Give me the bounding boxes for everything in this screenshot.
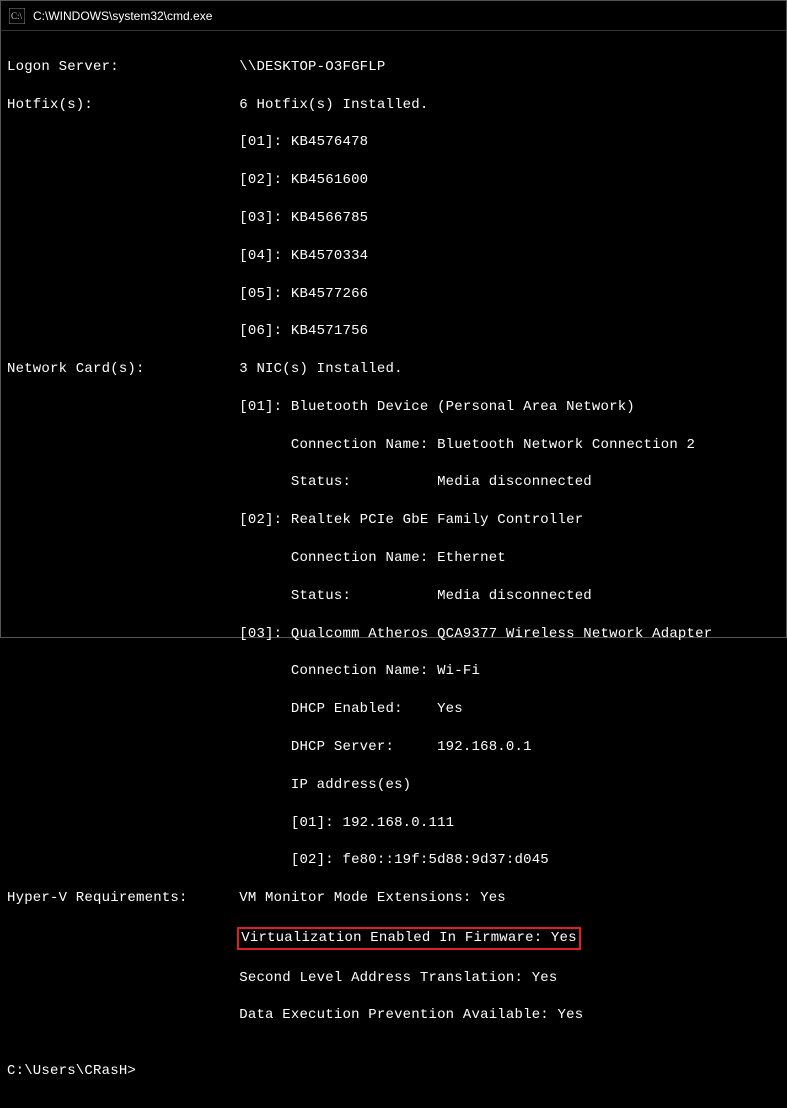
hyperv-line: Second Level Address Translation: Yes bbox=[7, 969, 780, 988]
nic-line: Status: Media disconnected bbox=[7, 473, 780, 492]
hotfix-item: [01]: KB4576478 bbox=[7, 133, 780, 152]
terminal-output[interactable]: Logon Server: \\DESKTOP-O3FGFLP Hotfix(s… bbox=[1, 31, 786, 1108]
nic-line: DHCP Enabled: Yes bbox=[7, 700, 780, 719]
nic-line: [01]: Bluetooth Device (Personal Area Ne… bbox=[7, 398, 780, 417]
window-title: C:\WINDOWS\system32\cmd.exe bbox=[33, 9, 212, 23]
nic-line: [02]: Realtek PCIe GbE Family Controller bbox=[7, 511, 780, 530]
nic-line: IP address(es) bbox=[7, 776, 780, 795]
hyperv-line: Data Execution Prevention Available: Yes bbox=[7, 1006, 780, 1025]
cmd-icon: C:\ bbox=[9, 8, 25, 24]
hotfix-item: [05]: KB4577266 bbox=[7, 285, 780, 304]
nic-line: DHCP Server: 192.168.0.1 bbox=[7, 738, 780, 757]
svg-text:C:\: C:\ bbox=[11, 11, 23, 21]
hotfix-item: [04]: KB4570334 bbox=[7, 247, 780, 266]
hotfix-header-line: Hotfix(s): 6 Hotfix(s) Installed. bbox=[7, 96, 780, 115]
nic-line: [03]: Qualcomm Atheros QCA9377 Wireless … bbox=[7, 625, 780, 644]
network-header-line: Network Card(s): 3 NIC(s) Installed. bbox=[7, 360, 780, 379]
nic-line: [01]: 192.168.0.111 bbox=[7, 814, 780, 833]
hotfix-item: [03]: KB4566785 bbox=[7, 209, 780, 228]
prompt-line[interactable]: C:\Users\CRasH> bbox=[7, 1062, 780, 1081]
nic-line: Status: Media disconnected bbox=[7, 587, 780, 606]
hotfix-item: [06]: KB4571756 bbox=[7, 322, 780, 341]
nic-line: Connection Name: Bluetooth Network Conne… bbox=[7, 436, 780, 455]
hotfix-item: [02]: KB4561600 bbox=[7, 171, 780, 190]
hyperv-line: Hyper-V Requirements: VM Monitor Mode Ex… bbox=[7, 889, 780, 908]
nic-line: Connection Name: Wi-Fi bbox=[7, 662, 780, 681]
titlebar[interactable]: C:\ C:\WINDOWS\system32\cmd.exe bbox=[1, 1, 786, 31]
highlight-box: Virtualization Enabled In Firmware: Yes bbox=[237, 927, 580, 950]
nic-line: Connection Name: Ethernet bbox=[7, 549, 780, 568]
hyperv-virtualization-line: Virtualization Enabled In Firmware: Yes bbox=[7, 927, 780, 950]
logon-server-line: Logon Server: \\DESKTOP-O3FGFLP bbox=[7, 58, 780, 77]
nic-line: [02]: fe80::19f:5d88:9d37:d045 bbox=[7, 851, 780, 870]
